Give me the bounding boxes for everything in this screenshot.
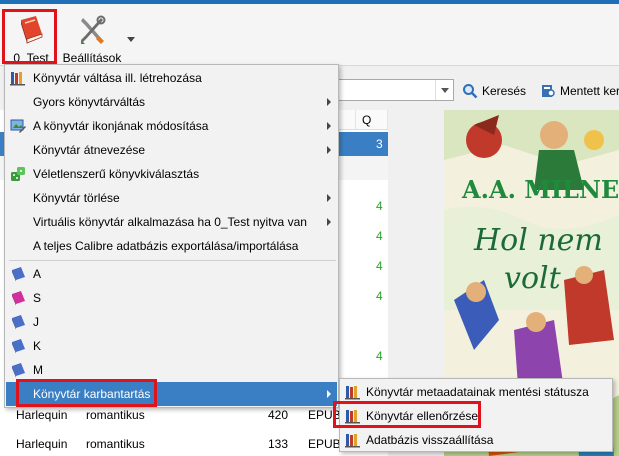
book-icon <box>12 291 25 306</box>
menu-item-label: K <box>33 339 42 353</box>
cell-author: Harlequin <box>16 437 68 451</box>
svg-text:Hol nem: Hol nem <box>473 223 603 258</box>
menu-item-library-maintenance[interactable]: Könyvtár karbantartás <box>6 382 337 406</box>
menu-separator <box>9 260 336 261</box>
quality-value: 4 <box>376 349 383 363</box>
library-menu: Könyvtár váltása ill. létrehozása Gyors … <box>4 64 339 408</box>
library-icon <box>345 410 360 424</box>
submenu-arrow-icon <box>327 390 331 398</box>
submenu-item-check-library[interactable]: Könyvtár ellenőrzése <box>341 404 611 428</box>
menu-item-library-m[interactable]: M <box>6 358 337 382</box>
book-icon <box>12 339 25 354</box>
menu-item-label: Könyvtár törlése <box>33 191 120 205</box>
main-toolbar: 0_Test Beállítások <box>0 4 619 66</box>
column-header-quality[interactable]: Q <box>356 110 388 130</box>
menu-item-library-s[interactable]: S <box>6 286 337 310</box>
table-row[interactable]: Harlequin romantikus 133 EPUB <box>0 432 388 456</box>
preferences-button-label: Beállítások <box>62 51 122 65</box>
book-icon <box>12 363 25 378</box>
menu-item-library-a[interactable]: A <box>6 262 337 286</box>
saved-search-icon <box>542 85 555 97</box>
menu-item-label: A <box>33 267 42 281</box>
submenu-item-restore-database[interactable]: Adatbázis visszaállítása <box>341 428 611 452</box>
menu-item-random-book[interactable]: Véletlenszerű könyvkiválasztás <box>6 162 337 186</box>
quality-value: 4 <box>376 229 383 243</box>
quality-value: 4 <box>376 259 383 273</box>
quality-value: 4 <box>376 199 383 213</box>
menu-item-label: S <box>33 291 42 305</box>
menu-item-delete-library[interactable]: Könyvtár törlése <box>6 186 337 210</box>
menu-item-label: Virtuális könyvtár alkalmazása ha 0_Test… <box>33 215 307 229</box>
menu-item-label: Véletlenszerű könyvkiválasztás <box>33 167 200 181</box>
submenu-arrow-icon <box>327 98 331 106</box>
preferences-button[interactable]: Beállítások <box>60 10 124 66</box>
menu-item-library-j[interactable]: J <box>6 310 337 334</box>
book-icon <box>12 315 25 330</box>
submenu-item-label: Könyvtár metaadatainak mentési státusza <box>366 385 589 399</box>
cell-size: 420 <box>268 408 289 422</box>
search-button-label: Keresés <box>482 84 527 98</box>
menu-item-label: Gyors könyvtárváltás <box>33 95 146 109</box>
saved-searches-label: Mentett ker <box>560 84 619 98</box>
menu-item-virtual-library[interactable]: Virtuális könyvtár alkalmazása ha 0_Test… <box>6 210 337 234</box>
menu-item-change-icon[interactable]: A könyvtár ikonjának módosítása <box>6 114 337 138</box>
dice-icon <box>11 167 25 181</box>
submenu-item-metadata-backup-status[interactable]: Könyvtár metaadatainak mentési státusza <box>341 380 611 404</box>
menu-item-quick-switch[interactable]: Gyors könyvtárváltás <box>6 90 337 114</box>
search-button[interactable]: Keresés <box>462 81 526 101</box>
menu-item-label: Könyvtár átnevezése <box>33 143 146 157</box>
menu-item-label: A teljes Calibre adatbázis exportálása/i… <box>33 239 299 253</box>
menu-item-label: Könyvtár váltása ill. létrehozása <box>33 71 202 85</box>
menu-item-rename-library[interactable]: Könyvtár átnevezése <box>6 138 337 162</box>
cell-tags: romantikus <box>86 408 145 422</box>
edit-image-icon <box>10 119 26 133</box>
library-icon <box>345 386 360 400</box>
library-icon <box>10 72 25 86</box>
saved-searches-button[interactable]: Mentett ker <box>540 81 619 101</box>
library-button[interactable]: 0_Test <box>4 10 58 66</box>
menu-item-switch-library[interactable]: Könyvtár váltása ill. létrehozása <box>6 66 337 90</box>
submenu-arrow-icon <box>327 218 331 226</box>
book-icon <box>12 267 25 282</box>
submenu-arrow-icon <box>327 146 331 154</box>
submenu-item-label: Adatbázis visszaállítása <box>366 433 494 447</box>
svg-text:A.A. MILNE: A.A. MILNE <box>461 175 619 204</box>
library-icon <box>345 434 360 448</box>
cell-format: EPUB <box>308 437 341 451</box>
chevron-down-icon[interactable] <box>435 80 453 100</box>
quality-value: 3 <box>376 137 383 151</box>
menu-item-export-import[interactable]: A teljes Calibre adatbázis exportálása/i… <box>6 234 337 258</box>
search-icon <box>463 84 478 99</box>
svg-text:volt: volt <box>504 261 562 296</box>
submenu-arrow-icon <box>327 122 331 130</box>
book-icon <box>21 16 43 44</box>
tools-icon <box>81 15 106 44</box>
cell-format: EPUB <box>308 408 341 422</box>
menu-item-label: A könyvtár ikonjának módosítása <box>33 119 209 133</box>
cell-tags: romantikus <box>86 437 145 451</box>
submenu-item-label: Könyvtár ellenőrzése <box>366 409 479 423</box>
quality-value: 4 <box>376 289 383 303</box>
maintenance-submenu: Könyvtár metaadatainak mentési státusza … <box>339 378 613 452</box>
submenu-arrow-icon <box>327 194 331 202</box>
menu-item-label: Könyvtár karbantartás <box>33 387 151 401</box>
preferences-dropdown-arrow[interactable] <box>127 37 135 42</box>
cell-size: 133 <box>268 437 289 451</box>
cell-author: Harlequin <box>16 408 68 422</box>
menu-item-library-k[interactable]: K <box>6 334 337 358</box>
menu-item-label: M <box>33 363 43 377</box>
menu-item-label: J <box>33 315 39 329</box>
library-button-label: 0_Test <box>13 51 49 65</box>
